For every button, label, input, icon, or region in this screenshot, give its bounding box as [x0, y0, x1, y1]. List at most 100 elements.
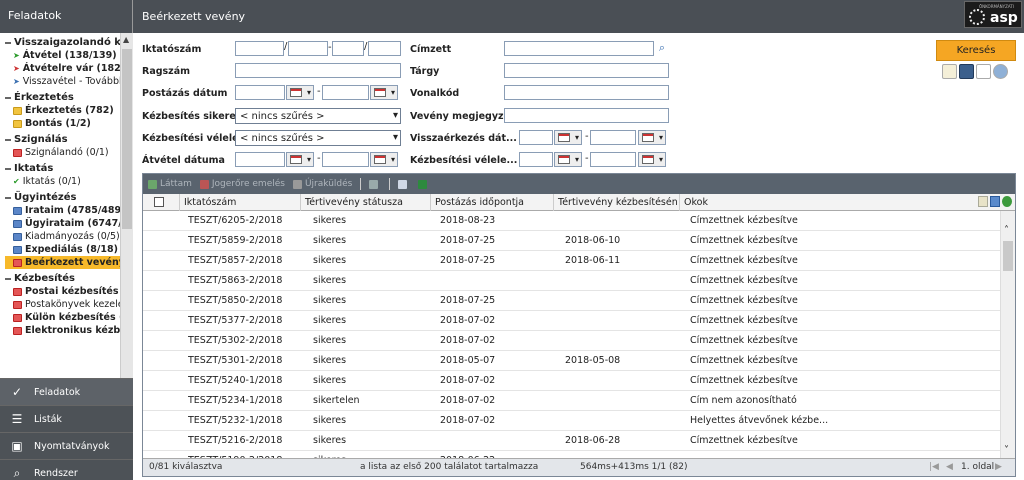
- calendar-icon[interactable]: ▾: [638, 130, 666, 145]
- table-cell: Címzettnek kézbesítve: [690, 255, 798, 266]
- sidebar-item-label: Postai kézbesítés (4: [25, 286, 123, 297]
- sidebar-scrollbar[interactable]: ▲: [120, 33, 133, 378]
- excel-export-button[interactable]: [418, 179, 430, 189]
- sidebar-section-title[interactable]: Kézbesítés: [5, 273, 133, 285]
- iktatoszam-sub-input[interactable]: [332, 41, 364, 56]
- select-all-checkbox[interactable]: [154, 197, 164, 207]
- calendar-icon[interactable]: ▾: [554, 152, 582, 167]
- sidebar-item[interactable]: Elektronikus kézbes: [5, 324, 123, 337]
- next-page-icon[interactable]: ▶: [995, 462, 1002, 472]
- ujrakuldes-button[interactable]: Újraküldés: [292, 179, 352, 189]
- postazas-datum-to-input[interactable]: [322, 85, 369, 100]
- edit-button[interactable]: [398, 179, 410, 189]
- sidebar-section-title[interactable]: Szignálás: [5, 134, 133, 146]
- refresh-icon[interactable]: [1002, 196, 1012, 207]
- jogerore-emeles-button[interactable]: Jogerőre emelés: [199, 179, 285, 189]
- table-row[interactable]: TESZT/5863-2/2018 sikeres Címzettnek kézbe…: [143, 271, 1001, 291]
- chevron-down-icon[interactable]: ˅: [1004, 445, 1009, 456]
- dropdown-icon[interactable]: [993, 64, 1008, 79]
- table-row[interactable]: TESZT/5216-2/2018 sikeres 2018-06-28 Címzet…: [143, 431, 1001, 451]
- sidebar-item[interactable]: Beérkezett vevény (: [5, 256, 123, 269]
- chevron-up-icon[interactable]: ˄: [1004, 225, 1009, 236]
- sidebar-item[interactable]: Érkeztetés (782): [5, 104, 123, 117]
- sidebar-item[interactable]: ➤ Átvétel (138/139): [5, 49, 123, 62]
- vonalkod-input[interactable]: [504, 85, 669, 100]
- sidebar-item[interactable]: Expediálás (8/18): [5, 243, 123, 256]
- calendar-icon[interactable]: ▾: [286, 85, 314, 100]
- nav-form[interactable]: ▣ Nyomtatványok: [0, 432, 133, 459]
- velelem-datum-from-input[interactable]: [519, 152, 553, 167]
- veveny-megjegyzes-input[interactable]: [504, 108, 669, 123]
- window-icon[interactable]: [990, 196, 1000, 207]
- sidebar-item[interactable]: Külön kézbesítés (6: [5, 311, 123, 324]
- velelem-datum-to-input[interactable]: [590, 152, 636, 167]
- nav-list[interactable]: ☰ Listák: [0, 405, 133, 432]
- chevron-up-icon[interactable]: ▲: [123, 35, 129, 44]
- table-row[interactable]: TESZT/5301-2/2018 sikeres 2018-05-07 2018-0…: [143, 351, 1001, 371]
- cimzett-input[interactable]: [504, 41, 654, 56]
- table-row[interactable]: TESZT/6205-2/2018 sikeres 2018-08-23 Címzet…: [143, 211, 1001, 231]
- sidebar-item[interactable]: Irataim (4785/4891: [5, 204, 123, 217]
- table-row[interactable]: TESZT/5232-1/2018 sikeres 2018-07-02 Helyet…: [143, 411, 1001, 431]
- sidebar-item[interactable]: Ügyirataim (6747/6: [5, 217, 123, 230]
- atvetel-datuma-to-input[interactable]: [322, 152, 369, 167]
- sidebar-item[interactable]: ➤Visszavétel - Továbbküld: [5, 75, 123, 88]
- grid-body: TESZT/6205-2/2018 sikeres 2018-08-23 Címzet…: [143, 211, 1001, 458]
- previous-page-icon[interactable]: ◀: [946, 462, 953, 472]
- ragszam-input[interactable]: [235, 63, 401, 78]
- calendar-icon[interactable]: ▾: [370, 85, 398, 100]
- save-icon[interactable]: [959, 64, 974, 79]
- sidebar-item[interactable]: Kiadmányozás (0/5): [5, 230, 123, 243]
- search-icon[interactable]: ⌕: [655, 41, 669, 55]
- search-button[interactable]: Keresés: [936, 40, 1016, 61]
- nav-check[interactable]: ✓ Feladatok: [0, 378, 133, 405]
- calendar-icon[interactable]: ▾: [286, 152, 314, 167]
- kezbesitesi-velelem-select[interactable]: < nincs szűrés > ▾: [235, 130, 401, 146]
- sidebar-item[interactable]: ✔ Iktatás (0/1): [5, 175, 123, 188]
- atvetel-datuma-from-input[interactable]: [235, 152, 285, 167]
- column-header[interactable]: Okok: [679, 194, 969, 211]
- calendar-icon[interactable]: ▾: [370, 152, 398, 167]
- column-header[interactable]: Postázás időpontja: [430, 194, 552, 211]
- visszaerkezes-to-input[interactable]: [590, 130, 636, 145]
- sidebar-item-label: Átvétel (138/139): [22, 50, 117, 61]
- table-row[interactable]: TESZT/5240-1/2018 sikeres 2018-07-02 Címzet…: [143, 371, 1001, 391]
- grid-scrollbar[interactable]: ˄ ˅: [1000, 211, 1015, 458]
- document-icon[interactable]: [978, 196, 988, 207]
- iktatoszam-prefix-input[interactable]: [235, 41, 284, 56]
- column-header[interactable]: Tértivevény kézbesítéséne...: [553, 194, 678, 211]
- iktatoszam-number-input[interactable]: [288, 41, 328, 56]
- column-header[interactable]: Iktatószám: [179, 194, 299, 211]
- nav-search[interactable]: ⌕ Rendszer: [0, 459, 133, 480]
- calendar-icon[interactable]: ▾: [638, 152, 666, 167]
- first-page-icon[interactable]: |◀: [929, 462, 939, 472]
- label-kezbesites-sikeres: Kézbesítés sikeres: [142, 111, 242, 122]
- table-row[interactable]: TESZT/5850-2/2018 sikeres 2018-07-25 Címzet…: [143, 291, 1001, 311]
- sidebar-item[interactable]: ➤ Átvételre vár (182/3: [5, 62, 123, 75]
- table-row[interactable]: TESZT/5190-2/2018 sikeres 2018-06-22: [143, 451, 1001, 458]
- targy-input[interactable]: [504, 63, 669, 78]
- visszaerkezes-from-input[interactable]: [519, 130, 553, 145]
- table-row[interactable]: TESZT/5377-2/2018 sikeres 2018-07-02 Címzet…: [143, 311, 1001, 331]
- sidebar-item[interactable]: Postakönyvek kezelése: [5, 298, 123, 311]
- table-row[interactable]: TESZT/5857-2/2018 sikeres 2018-07-25 2018-0…: [143, 251, 1001, 271]
- table-row[interactable]: TESZT/5859-2/2018 sikeres 2018-07-25 2018-0…: [143, 231, 1001, 251]
- iktatoszam-year-input[interactable]: [368, 41, 401, 56]
- sidebar-item[interactable]: Szignálandó (0/1): [5, 146, 123, 159]
- grid-view-button[interactable]: [369, 179, 381, 189]
- postazas-datum-from-input[interactable]: [235, 85, 285, 100]
- sidebar-item[interactable]: Bontás (1/2): [5, 117, 123, 130]
- sidebar-section-title[interactable]: Érkeztetés: [5, 92, 133, 104]
- calendar-icon[interactable]: ▾: [554, 130, 582, 145]
- folder-icon[interactable]: [942, 64, 957, 79]
- kezbesites-sikeres-select[interactable]: < nincs szűrés > ▾: [235, 108, 401, 124]
- sidebar-section-title[interactable]: Ügyintézés: [5, 192, 133, 204]
- lattam-button[interactable]: Láttam: [148, 179, 192, 189]
- column-header[interactable]: Tértivevény státusza: [300, 194, 429, 211]
- sidebar-item[interactable]: Postai kézbesítés (4: [5, 285, 123, 298]
- sidebar-section-title[interactable]: Iktatás: [5, 163, 133, 175]
- table-row[interactable]: TESZT/5302-2/2018 sikeres 2018-07-02 Címzet…: [143, 331, 1001, 351]
- new-document-icon[interactable]: [976, 64, 991, 79]
- sidebar-section-title[interactable]: Visszaigazolandó küldem: [5, 37, 133, 49]
- table-row[interactable]: TESZT/5234-1/2018 sikertelen 2018-07-02 Cím…: [143, 391, 1001, 411]
